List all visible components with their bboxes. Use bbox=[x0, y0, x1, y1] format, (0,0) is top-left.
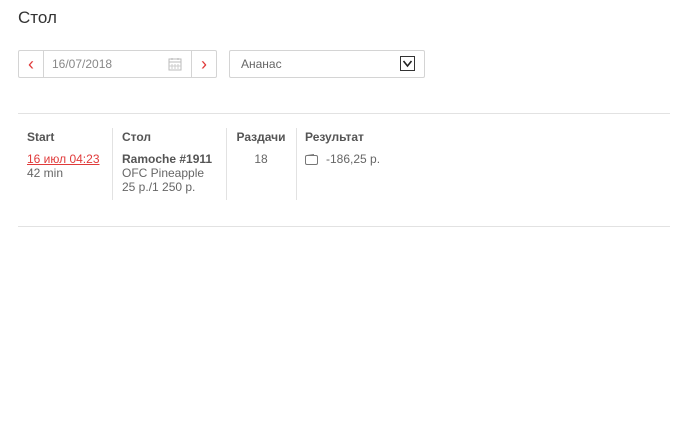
result-value: -186,25 р. bbox=[326, 152, 381, 166]
page-title: Стол bbox=[18, 8, 57, 27]
table-name: Ramoche #1911 bbox=[122, 152, 213, 166]
header-start: Start bbox=[27, 130, 55, 144]
fruit-select[interactable]: Ананас bbox=[229, 50, 425, 78]
prev-date-button[interactable]: ‹ bbox=[19, 51, 44, 77]
date-input[interactable]: 16/07/2018 bbox=[52, 57, 152, 71]
dropdown-arrow-icon[interactable] bbox=[400, 56, 415, 71]
divider bbox=[18, 226, 670, 227]
result-row: -186,25 р. bbox=[305, 152, 425, 166]
column-start: Start 16 июл 04:23 42 min bbox=[27, 130, 107, 180]
header-result: Результат bbox=[305, 130, 364, 144]
next-date-button[interactable]: › bbox=[191, 51, 216, 77]
column-result: Результат -186,25 р. bbox=[305, 130, 425, 166]
stakes: 25 р./1 250 р. bbox=[122, 180, 196, 194]
divider bbox=[18, 113, 670, 114]
select-value: Ананас bbox=[241, 57, 282, 71]
duration: 42 min bbox=[27, 166, 64, 180]
deals-count: 18 bbox=[254, 152, 268, 166]
start-datetime-link[interactable]: 16 июл 04:23 bbox=[27, 152, 107, 166]
wallet-icon bbox=[305, 153, 318, 165]
chevron-left-icon: ‹ bbox=[28, 53, 34, 74]
header-deals: Раздачи bbox=[236, 130, 286, 144]
column-table: Стол Ramoche #1911 OFC Pineapple 25 р./1… bbox=[122, 130, 222, 194]
column-deals: Раздачи 18 bbox=[231, 130, 291, 166]
column-divider bbox=[296, 128, 297, 200]
chevron-right-icon: › bbox=[201, 53, 207, 74]
calendar-icon[interactable] bbox=[168, 57, 182, 71]
column-divider bbox=[112, 128, 113, 200]
game-type: OFC Pineapple bbox=[122, 166, 205, 180]
column-divider bbox=[226, 128, 227, 200]
header-table: Стол bbox=[122, 130, 152, 144]
date-picker: ‹ 16/07/2018 › bbox=[18, 50, 217, 78]
